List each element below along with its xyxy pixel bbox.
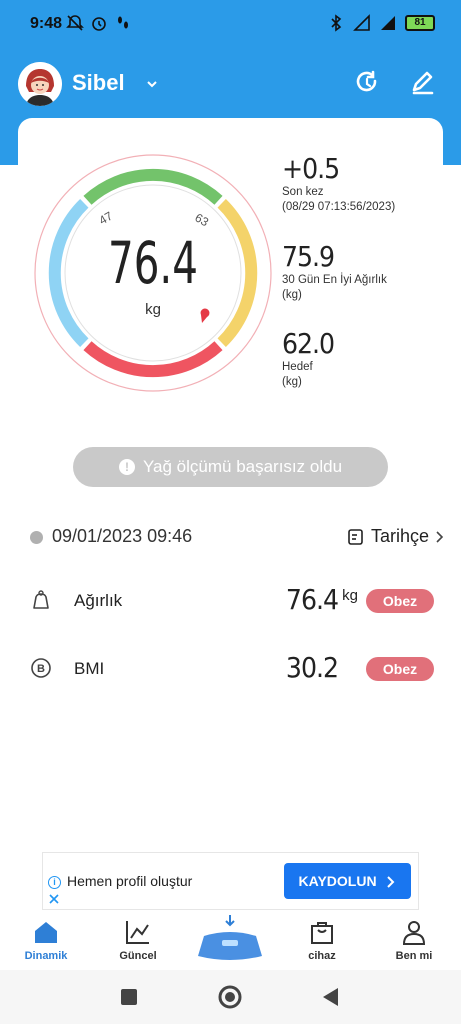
stat-label: Hedef (282, 361, 313, 373)
signup-label: KAYDOLUN (298, 873, 377, 889)
stat-goal: 62.0 Hedef (kg) (282, 327, 335, 390)
stat-sublabel: (08/29 07:13:56/2023) (282, 201, 396, 213)
muted-bell-icon (66, 15, 84, 31)
home-icon (35, 922, 57, 943)
back-icon[interactable] (318, 984, 344, 1010)
signal-icon (353, 14, 370, 31)
tab-ben-mi[interactable]: Ben mi (374, 912, 454, 970)
metric-value: 76.4 (285, 583, 339, 616)
gauge-tick-low: 47 (97, 209, 116, 228)
chevron-down-icon[interactable] (146, 78, 158, 90)
chart-icon (126, 921, 149, 944)
status-icons-left (66, 14, 132, 32)
fat-measurement-failed-notice[interactable]: ! Yağ ölçümü başarısız oldu (73, 447, 388, 487)
signup-button[interactable]: KAYDOLUN (284, 863, 411, 899)
status-time: 9:48 (30, 15, 63, 32)
gauge-unit: kg (145, 301, 161, 318)
signal-icon-2 (381, 16, 395, 30)
metric-value: 30.2 (285, 651, 339, 684)
battery-icon: 81 (405, 15, 435, 31)
ad-banner[interactable]: i Hemen profil oluştur KAYDOLUN (42, 852, 419, 910)
stat-label: Son kez (282, 186, 324, 198)
profile-row: Sibel (0, 58, 461, 108)
measurement-date-row: 09/01/2023 09:46 Tarihçe (30, 526, 445, 550)
close-icon[interactable] (48, 893, 60, 905)
tab-guncel[interactable]: Güncel (98, 912, 178, 970)
alarm-icon (92, 17, 106, 31)
tab-scale[interactable] (190, 912, 270, 970)
bluetooth-icon (331, 14, 342, 32)
tab-dinamik[interactable]: Dinamik (6, 912, 86, 970)
metric-row-bmi[interactable]: B BMI 30.2 Obez (28, 651, 434, 691)
tab-bar: Dinamik Güncel cihaz Ben mi (0, 912, 461, 970)
gauge-arc-green (83, 168, 223, 205)
metric-row-weight[interactable]: Ağırlık 76.4 kg Obez (28, 583, 434, 623)
avatar-image (18, 62, 62, 106)
download-arrow-icon (225, 915, 235, 927)
edit-icon[interactable] (408, 68, 438, 98)
recents-icon[interactable] (116, 984, 142, 1010)
history-label: Tarihçe (370, 526, 429, 546)
status-bar: 9:48 81 (0, 0, 461, 48)
status-badge: Obez (366, 657, 434, 681)
stat-value: 75.9 (282, 240, 335, 273)
weight-gauge: 47 63 76.4 kg (34, 154, 272, 392)
alert-icon: ! (118, 459, 135, 475)
clock-icon (30, 531, 43, 544)
gauge-value: 76.4 (108, 229, 198, 297)
footsteps-icon (118, 16, 128, 29)
profile-name[interactable]: Sibel (72, 70, 125, 96)
chevron-right-icon (387, 876, 395, 889)
stat-sublabel: (kg) (282, 289, 302, 301)
tab-label: Dinamik (24, 950, 68, 962)
user-icon (402, 921, 426, 945)
avatar[interactable] (18, 62, 62, 106)
notice-text: Yağ ölçümü başarısız oldu (142, 457, 343, 476)
tab-cihaz[interactable]: cihaz (282, 912, 362, 970)
chevron-right-icon (436, 530, 444, 543)
stat-best-weight: 75.9 30 Gün En İyi Ağırlık (kg) (282, 240, 387, 303)
tab-label: Güncel (119, 950, 157, 962)
metric-name: BMI (74, 659, 105, 678)
bmi-icon: B (31, 658, 51, 678)
home-button-icon[interactable] (217, 984, 243, 1010)
info-icon[interactable]: i (48, 876, 61, 889)
svg-text:B: B (37, 663, 45, 675)
history-button[interactable]: Tarihçe (347, 526, 445, 547)
refresh-icon[interactable] (352, 68, 382, 98)
stat-sublabel: (kg) (282, 376, 302, 388)
tab-label: Ben mi (395, 950, 433, 962)
scale-icon (198, 932, 262, 960)
gauge-arc-red (83, 341, 223, 378)
ad-text: Hemen profil oluştur (67, 873, 193, 889)
measurement-datetime: 09/01/2023 09:46 (52, 526, 193, 546)
stat-last-change: +0.5 Son kez (08/29 07:13:56/2023) (282, 152, 395, 215)
gauge-tick-high: 63 (193, 210, 212, 229)
bag-icon (311, 922, 333, 944)
status-icons-right: 81 (327, 14, 435, 32)
stat-value: +0.5 (282, 152, 340, 185)
metric-unit: kg (342, 587, 358, 604)
metric-name: Ağırlık (74, 591, 123, 610)
stat-label: 30 Gün En İyi Ağırlık (282, 274, 387, 286)
weight-icon (33, 590, 49, 609)
stat-value: 62.0 (282, 327, 335, 360)
gauge-indicator-icon (200, 308, 210, 323)
status-badge: Obez (366, 589, 434, 613)
history-icon (348, 528, 363, 545)
system-nav-bar (0, 970, 461, 1024)
tab-label: cihaz (308, 950, 336, 962)
